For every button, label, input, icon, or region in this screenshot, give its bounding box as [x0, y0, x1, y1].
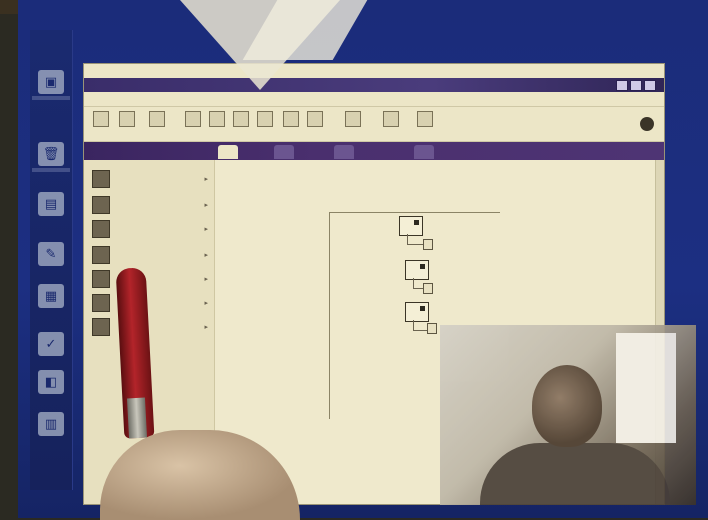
background-window: [616, 333, 676, 443]
trash-icon: 🗑: [42, 146, 60, 162]
panel-item[interactable]: ▸: [92, 268, 208, 290]
zoom-in-icon: [345, 111, 361, 127]
tab-bar: [84, 142, 664, 160]
window-icon: ▣: [44, 74, 58, 90]
dock-item-7[interactable]: ◧: [38, 370, 64, 394]
pen-icon: ✎: [45, 246, 57, 262]
app-icon: ◧: [44, 374, 58, 390]
node-label[interactable]: [423, 283, 433, 294]
copy-icon: [233, 111, 249, 127]
chevron-right-icon: ▸: [204, 201, 208, 209]
dock-label: [32, 168, 70, 172]
diagram-node[interactable]: [399, 216, 423, 236]
person-body: [480, 443, 670, 505]
dock-item-2[interactable]: 🗑: [38, 142, 64, 166]
disk-icon: ▥: [44, 416, 58, 432]
video-overlay: [440, 325, 696, 505]
page-icon: [417, 111, 433, 127]
diagram-node[interactable]: [405, 302, 429, 322]
chevron-right-icon: ▸: [204, 323, 208, 331]
tab-2[interactable]: [274, 145, 294, 159]
zoom-out-icon: [383, 111, 399, 127]
minimize-button[interactable]: [616, 80, 628, 91]
cut-icon: [209, 111, 225, 127]
panel-item[interactable]: ▸: [92, 244, 208, 266]
save-icon: [149, 111, 165, 127]
node-marker: [420, 264, 425, 269]
dock-item-3[interactable]: ▤: [38, 192, 64, 216]
new-icon: [93, 111, 109, 127]
toolbar-button[interactable]: [206, 111, 228, 129]
page-icon: [92, 246, 110, 264]
dock-label: [32, 96, 70, 100]
image-icon: [92, 196, 110, 214]
chevron-right-icon: ▸: [204, 275, 208, 283]
stylus-tip: [126, 397, 148, 439]
box-icon: [92, 294, 110, 312]
panel-item[interactable]: ▸: [92, 292, 208, 314]
toolbar-button[interactable]: [280, 111, 302, 129]
dock: ▣ 🗑 ▤ ✎ ▦ ✓ ◧ ▥: [30, 30, 73, 490]
toolbar-button[interactable]: [90, 111, 112, 129]
node-label[interactable]: [423, 239, 433, 250]
close-button[interactable]: [644, 80, 656, 91]
gear-icon: [92, 318, 110, 336]
person-head: [532, 365, 602, 447]
paste-icon: [257, 111, 273, 127]
toolbar-button[interactable]: [116, 111, 138, 129]
dock-item-8[interactable]: ▥: [38, 412, 64, 436]
folder-icon: ▦: [44, 288, 58, 304]
toolbar-button[interactable]: [342, 111, 364, 129]
open-icon: [119, 111, 135, 127]
chevron-right-icon: ▸: [204, 299, 208, 307]
connector: [413, 320, 428, 331]
maximize-button[interactable]: [630, 80, 642, 91]
dock-item-5[interactable]: ▦: [38, 284, 64, 308]
connector: [407, 234, 424, 245]
tab-1[interactable]: [218, 145, 238, 159]
panel-item[interactable]: ▸: [92, 218, 208, 240]
dock-item-4[interactable]: ✎: [38, 242, 64, 266]
toolbar-button[interactable]: [254, 111, 276, 129]
pencil-icon: [92, 270, 110, 288]
chevron-right-icon: ▸: [204, 225, 208, 233]
toolbar-button[interactable]: [182, 111, 204, 129]
diagram-node[interactable]: [405, 260, 429, 280]
print-icon: [185, 111, 201, 127]
toolbar: [84, 106, 664, 142]
help-icon[interactable]: [640, 117, 654, 131]
document-icon: [92, 170, 110, 188]
tab-4[interactable]: [414, 145, 434, 159]
node-label[interactable]: [427, 323, 437, 334]
node-marker: [420, 306, 425, 311]
panel-item[interactable]: ▸: [92, 316, 208, 338]
tool-icon: ✓: [45, 336, 57, 352]
panel-item[interactable]: ▸: [92, 168, 208, 190]
window-controls: [616, 80, 656, 91]
toolbar-button[interactable]: [414, 111, 436, 129]
toolbar-button[interactable]: [146, 111, 168, 129]
dock-item-6[interactable]: ✓: [38, 332, 64, 356]
toolbar-button[interactable]: [380, 111, 402, 129]
panel-item[interactable]: ▸: [92, 194, 208, 216]
chevron-right-icon: ▸: [204, 251, 208, 259]
chevron-right-icon: ▸: [204, 175, 208, 183]
undo-icon: [283, 111, 299, 127]
book-icon: [92, 220, 110, 238]
toolbar-button[interactable]: [230, 111, 252, 129]
title-bar: [84, 78, 664, 92]
dock-item-1[interactable]: ▣: [38, 70, 64, 94]
toolbar-button[interactable]: [304, 111, 326, 129]
redo-icon: [307, 111, 323, 127]
menu-bar: [84, 92, 664, 104]
document-icon: ▤: [44, 196, 58, 212]
tab-3[interactable]: [334, 145, 354, 159]
node-marker: [414, 220, 419, 225]
